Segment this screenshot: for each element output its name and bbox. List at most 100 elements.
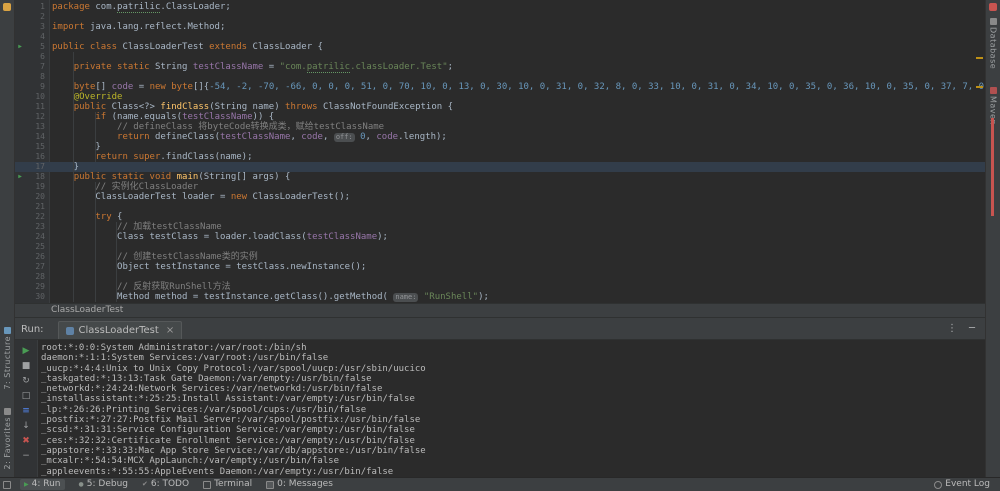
code-line-6[interactable]: 6 [15, 52, 985, 62]
run-gutter-icon[interactable] [15, 52, 25, 62]
run-gutter-icon[interactable] [15, 102, 25, 112]
code-line-9[interactable]: 9 byte[] code = new byte[]{-54, -2, -70,… [15, 82, 985, 92]
gutter-line-4[interactable]: 4 [15, 32, 49, 42]
collapse-all-button[interactable]: − [15, 449, 37, 464]
gutter-line-13[interactable]: 13 [15, 122, 49, 132]
code-line-25[interactable]: 25 [15, 242, 985, 252]
gutter-line-29[interactable]: 29 [15, 282, 49, 292]
gutter-line-24[interactable]: 24 [15, 232, 49, 242]
code-line-18[interactable]: ▶ 18 public static void main(String[] arg… [15, 172, 985, 182]
gutter-line-27[interactable]: 27 [15, 262, 49, 272]
statusbar-item-terminal[interactable]: Terminal [203, 479, 252, 490]
statusbar-item-6-todo[interactable]: 6: TODO [142, 479, 189, 490]
gutter-line-3[interactable]: 3 [15, 22, 49, 32]
code-line-21[interactable]: 21 [15, 202, 985, 212]
breadcrumb[interactable]: ClassLoaderTest [15, 303, 985, 317]
run-gutter-icon[interactable] [15, 22, 25, 32]
run-gutter-icon[interactable] [15, 2, 25, 12]
gutter-line-30[interactable]: 30 [15, 292, 49, 302]
statusbar-item-event-log[interactable]: Event Log [934, 479, 990, 490]
code-line-14[interactable]: 14 return defineClass(testClassName, cod… [15, 132, 985, 142]
code-line-19[interactable]: 19 // 实例化ClassLoader [15, 182, 985, 192]
gutter-line-11[interactable]: 11 [15, 102, 49, 112]
more-options-icon[interactable]: ⋮ [947, 323, 957, 334]
gutter-line-26[interactable]: 26 [15, 252, 49, 262]
code-editor[interactable]: 1 package com.patrilic.ClassLoader; 2 3 impo… [15, 0, 985, 303]
gutter-line-15[interactable]: 15 [15, 142, 49, 152]
stripe-tab-structure[interactable]: 7: Structure [3, 325, 12, 390]
toolwindow-switcher-icon[interactable] [0, 481, 14, 489]
notification-indicator-icon[interactable] [989, 3, 997, 11]
gutter-line-5[interactable]: ▶ 5 [15, 42, 49, 52]
gutter-line-2[interactable]: 2 [15, 12, 49, 22]
run-gutter-icon[interactable] [15, 222, 25, 232]
gutter-line-14[interactable]: 14 [15, 132, 49, 142]
statusbar-item-0-messages[interactable]: 0: Messages [266, 479, 333, 490]
code-line-16[interactable]: 16 return super.findClass(name); [15, 152, 985, 162]
soft-wrap-button[interactable]: ≡ [15, 404, 37, 419]
plugin-icon[interactable] [3, 3, 11, 11]
gutter-line-20[interactable]: 20 [15, 192, 49, 202]
code-line-2[interactable]: 2 [15, 12, 985, 22]
gutter-line-10[interactable]: 10 [15, 92, 49, 102]
run-console[interactable]: root:*:0:0:System Administrator:/var/roo… [38, 340, 985, 477]
gutter-line-7[interactable]: 7 [15, 62, 49, 72]
code-line-27[interactable]: 27 Object testInstance = testClass.newIn… [15, 262, 985, 272]
code-line-13[interactable]: 13 // defineClass 将byteCode转换成类，赋给testCl… [15, 122, 985, 132]
run-gutter-icon[interactable] [15, 232, 25, 242]
gutter-line-16[interactable]: 16 [15, 152, 49, 162]
code-line-3[interactable]: 3 import java.lang.reflect.Method; [15, 22, 985, 32]
gutter-line-23[interactable]: 23 [15, 222, 49, 232]
gutter-line-8[interactable]: 8 [15, 72, 49, 82]
run-gutter-icon[interactable] [15, 192, 25, 202]
run-gutter-icon[interactable] [15, 62, 25, 72]
code-line-28[interactable]: 28 [15, 272, 985, 282]
run-gutter-icon[interactable] [15, 142, 25, 152]
run-gutter-icon[interactable] [15, 92, 25, 102]
run-gutter-icon[interactable] [15, 82, 25, 92]
gutter-line-21[interactable]: 21 [15, 202, 49, 212]
gutter-line-19[interactable]: 19 [15, 182, 49, 192]
gutter-line-25[interactable]: 25 [15, 242, 49, 252]
run-gutter-icon[interactable] [15, 212, 25, 222]
run-gutter-icon[interactable] [15, 112, 25, 122]
restore-layout-button[interactable]: ↻ [15, 374, 37, 389]
run-gutter-icon[interactable] [15, 122, 25, 132]
code-line-15[interactable]: 15 } [15, 142, 985, 152]
hide-panel-icon[interactable]: ─ [969, 323, 975, 334]
code-line-17[interactable]: 17 } [15, 162, 985, 172]
gutter-line-18[interactable]: ▶ 18 [15, 172, 49, 182]
run-gutter-icon[interactable] [15, 202, 25, 212]
stripe-tab-database[interactable]: Database [989, 16, 998, 69]
code-line-29[interactable]: 29 // 反射获取RunShell方法 [15, 282, 985, 292]
code-line-10[interactable]: 10 @Override [15, 92, 985, 102]
run-gutter-icon[interactable]: ▶ [15, 172, 25, 182]
error-stripe[interactable] [976, 0, 984, 303]
close-tab-icon[interactable]: × [166, 325, 174, 336]
gutter-line-22[interactable]: 22 [15, 212, 49, 222]
run-gutter-icon[interactable] [15, 132, 25, 142]
run-gutter-icon[interactable] [15, 272, 25, 282]
run-gutter-icon[interactable] [15, 292, 25, 302]
code-line-24[interactable]: 24 Class testClass = loader.loadClass(te… [15, 232, 985, 242]
code-line-7[interactable]: 7 private static String testClassName = … [15, 62, 985, 73]
run-tab-classloadertest[interactable]: ClassLoaderTest × [57, 321, 183, 339]
run-gutter-icon[interactable] [15, 252, 25, 262]
stop-button[interactable]: ■ [15, 359, 37, 374]
run-gutter-icon[interactable] [15, 12, 25, 22]
stripe-tab-favorites[interactable]: 2: Favorites [3, 406, 12, 469]
run-gutter-icon[interactable] [15, 162, 25, 172]
gutter-line-9[interactable]: 9 [15, 82, 49, 92]
code-line-5[interactable]: ▶ 5 public class ClassLoaderTest extends C… [15, 42, 985, 52]
run-gutter-icon[interactable] [15, 32, 25, 42]
gutter-line-12[interactable]: 12 [15, 112, 49, 122]
gutter-line-28[interactable]: 28 [15, 272, 49, 282]
code-line-23[interactable]: 23 // 加载testClassName [15, 222, 985, 232]
run-gutter-icon[interactable] [15, 242, 25, 252]
code-line-30[interactable]: 30 Method method = testInstance.getClass… [15, 292, 985, 302]
code-line-20[interactable]: 20 ClassLoaderTest loader = new ClassLoa… [15, 192, 985, 202]
rerun-button[interactable]: ▶ [15, 344, 37, 359]
code-line-11[interactable]: 11 public Class<?> findClass(String name… [15, 102, 985, 112]
clear-all-button[interactable]: ✖ [15, 434, 37, 449]
code-line-22[interactable]: 22 try { [15, 212, 985, 222]
